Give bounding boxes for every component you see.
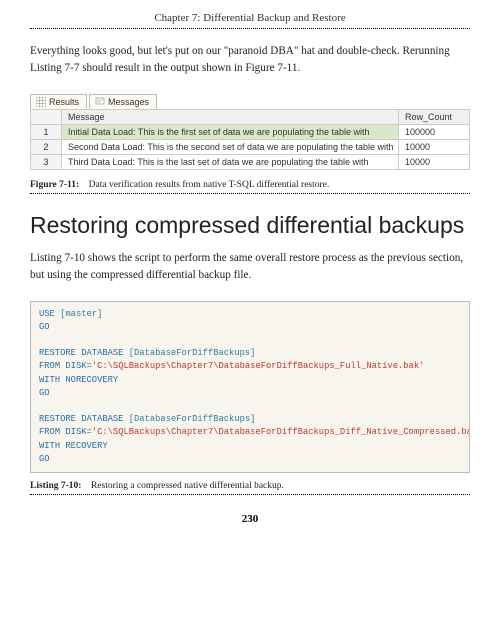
section-paragraph: Listing 7-10 shows the script to perform… bbox=[30, 250, 470, 285]
code-obj: [DatabaseForDiffBackups] bbox=[129, 414, 256, 424]
col-rownum bbox=[31, 109, 62, 124]
listing-caption-label: Listing 7-10: bbox=[30, 481, 81, 491]
code-str: 'C:\SQLBackups\Chapter7\DatabaseForDiffB… bbox=[92, 427, 470, 437]
figure-caption: Figure 7-11: Data verification results f… bbox=[30, 180, 470, 194]
row-number: 3 bbox=[31, 154, 62, 169]
code-kw: GO bbox=[39, 454, 50, 464]
tab-messages[interactable]: Messages bbox=[89, 94, 157, 109]
messages-icon bbox=[95, 97, 105, 107]
cell-message: Third Data Load: This is the last set of… bbox=[62, 154, 399, 169]
tab-results-label: Results bbox=[49, 97, 79, 107]
results-panel: Results Messages Message Row_Count 1 Ini… bbox=[30, 94, 470, 170]
figure-caption-label: Figure 7-11: bbox=[30, 180, 79, 190]
code-kw: GO bbox=[39, 388, 50, 398]
table-row[interactable]: 2 Second Data Load: This is the second s… bbox=[31, 139, 470, 154]
table-row[interactable]: 1 Initial Data Load: This is the first s… bbox=[31, 124, 470, 139]
results-tabs: Results Messages bbox=[30, 94, 470, 109]
code-kw: USE bbox=[39, 309, 55, 319]
code-kw: RESTORE DATABASE bbox=[39, 348, 123, 358]
section-heading: Restoring compressed differential backup… bbox=[30, 212, 470, 239]
figure-caption-text: Data verification results from native T-… bbox=[89, 180, 330, 190]
row-number: 2 bbox=[31, 139, 62, 154]
code-kw: DISK bbox=[65, 427, 86, 437]
cell-message: Second Data Load: This is the second set… bbox=[62, 139, 399, 154]
cell-count: 10000 bbox=[399, 154, 470, 169]
cell-message: Initial Data Load: This is the first set… bbox=[62, 124, 399, 139]
listing-caption-text: Restoring a compressed native differenti… bbox=[91, 481, 284, 491]
page-number: 230 bbox=[30, 513, 470, 525]
col-message: Message bbox=[62, 109, 399, 124]
code-kw: RESTORE DATABASE bbox=[39, 414, 123, 424]
code-str: 'C:\SQLBackups\Chapter7\DatabaseForDiffB… bbox=[92, 361, 425, 371]
code-kw: FROM bbox=[39, 361, 60, 371]
code-kw: WITH NORECOVERY bbox=[39, 375, 118, 385]
chapter-header: Chapter 7: Differential Backup and Resto… bbox=[30, 12, 470, 29]
intro-paragraph: Everything looks good, but let's put on … bbox=[30, 43, 470, 78]
code-kw: DISK bbox=[65, 361, 86, 371]
listing-caption: Listing 7-10: Restoring a compressed nat… bbox=[30, 481, 470, 495]
code-kw: GO bbox=[39, 322, 50, 332]
tab-messages-label: Messages bbox=[108, 97, 149, 107]
table-row[interactable]: 3 Third Data Load: This is the last set … bbox=[31, 154, 470, 169]
tab-results[interactable]: Results bbox=[30, 94, 87, 109]
results-table: Message Row_Count 1 Initial Data Load: T… bbox=[30, 109, 470, 170]
code-obj: [master] bbox=[60, 309, 102, 319]
sql-code-block: USE [master] GO RESTORE DATABASE [Databa… bbox=[30, 301, 470, 473]
code-kw: FROM bbox=[39, 427, 60, 437]
grid-icon bbox=[36, 97, 46, 107]
row-number: 1 bbox=[31, 124, 62, 139]
code-kw: WITH RECOVERY bbox=[39, 441, 108, 451]
cell-count: 10000 bbox=[399, 139, 470, 154]
code-obj: [DatabaseForDiffBackups] bbox=[129, 348, 256, 358]
col-row-count: Row_Count bbox=[399, 109, 470, 124]
cell-count: 100000 bbox=[399, 124, 470, 139]
